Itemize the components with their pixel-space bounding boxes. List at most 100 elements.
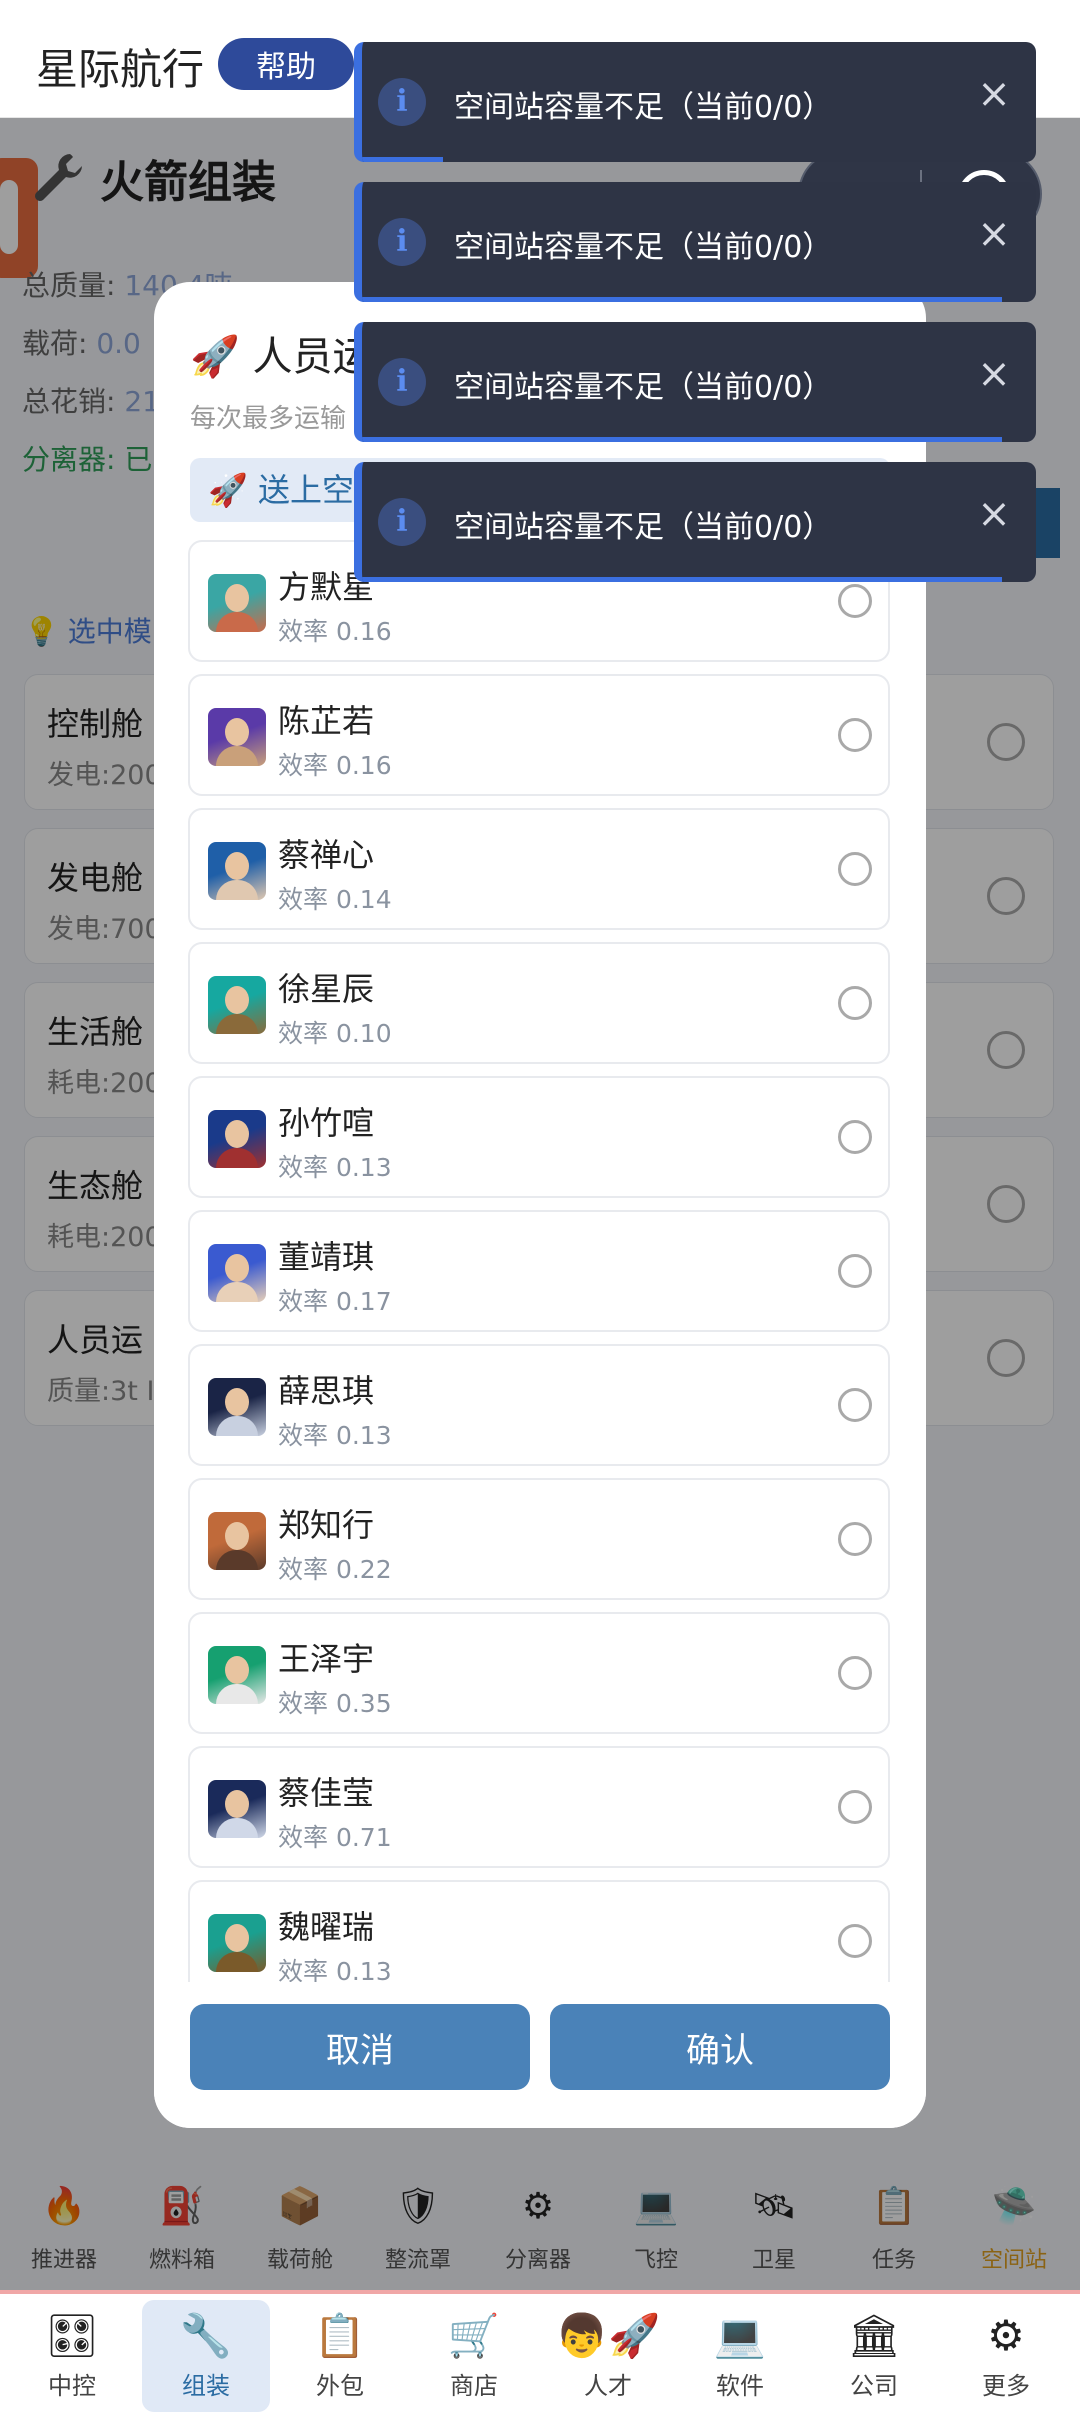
avatar (208, 1512, 266, 1570)
crew-name: 魏曜瑞 (278, 1908, 375, 1946)
crew-efficiency: 效率 0.13 (278, 1421, 392, 1450)
crew-radio[interactable] (838, 1254, 872, 1288)
crew-radio[interactable] (838, 718, 872, 752)
crew-radio[interactable] (838, 1522, 872, 1556)
toast-progress-bar (362, 577, 1003, 582)
avatar-face (225, 1254, 249, 1282)
crew-list[interactable]: 方默星 效率 0.16 陈芷若 效率 0.16 蔡禅心 效率 0.14 徐星辰 效率 0.10… (188, 540, 894, 2128)
avatar-body (216, 880, 258, 900)
nav-control[interactable]: 🎛 中控 (8, 2300, 136, 2412)
toast-progress-bar (362, 297, 1003, 302)
close-icon[interactable]: × (970, 70, 1018, 118)
crew-efficiency: 效率 0.10 (278, 1019, 392, 1048)
toast-progress-bar (362, 437, 1003, 442)
crew-efficiency: 效率 0.14 (278, 885, 392, 914)
nav-outsource[interactable]: 📋 外包 (276, 2300, 404, 2412)
toast-message: 空间站容量不足（当前0/0） (454, 510, 833, 545)
clipboard-icon: 📋 (313, 2311, 367, 2360)
close-icon[interactable]: × (970, 350, 1018, 398)
crew-name: 董靖琪 (278, 1238, 375, 1276)
toast-notification: i 空间站容量不足（当前0/0） × (354, 182, 1036, 302)
avatar (208, 1646, 266, 1704)
crew-name: 王泽宇 (278, 1640, 375, 1678)
crew-efficiency: 效率 0.17 (278, 1287, 392, 1316)
avatar-body (216, 1684, 258, 1704)
avatar-face (225, 1790, 249, 1818)
nav-talent[interactable]: 👦🚀 人才 (544, 2300, 672, 2412)
avatar-face (225, 1120, 249, 1148)
nav-shop[interactable]: 🛒 商店 (410, 2300, 538, 2412)
avatar (208, 708, 266, 766)
crew-name: 徐星辰 (278, 970, 375, 1008)
close-icon[interactable]: × (970, 490, 1018, 538)
toast-message: 空间站容量不足（当前0/0） (454, 370, 833, 405)
crew-name: 郑知行 (278, 1506, 375, 1544)
avatar-body (216, 1952, 258, 1972)
crew-efficiency: 效率 0.16 (278, 617, 392, 646)
crew-row[interactable]: 蔡禅心 效率 0.14 (188, 808, 890, 930)
cart-icon: 🛒 (447, 2311, 501, 2360)
crew-row[interactable]: 徐星辰效率 0.10 (188, 942, 890, 1064)
avatar-face (225, 1522, 249, 1550)
help-button[interactable]: 帮助 (218, 38, 354, 90)
avatar-face (225, 986, 249, 1014)
nav-more[interactable]: ⚙ 更多 (942, 2300, 1070, 2412)
toast-notification: i 空间站容量不足（当前0/0） × (354, 462, 1036, 582)
crew-radio[interactable] (838, 852, 872, 886)
avatar (208, 976, 266, 1034)
crew-name: 蔡佳莹 (278, 1774, 375, 1812)
toast-notification: i 空间站容量不足（当前0/0） × (354, 322, 1036, 442)
avatar-body (216, 1550, 258, 1570)
avatar-face (225, 1388, 249, 1416)
crew-row[interactable]: 薛思琪效率 0.13 (188, 1344, 890, 1466)
crew-radio[interactable] (838, 986, 872, 1020)
crew-row[interactable]: 郑知行效率 0.22 (188, 1478, 890, 1600)
app-title: 星际航行 (36, 45, 205, 94)
avatar (208, 574, 266, 632)
avatar-body (216, 1416, 258, 1436)
avatar-body (216, 1148, 258, 1168)
crew-radio[interactable] (838, 584, 872, 618)
info-icon: i (378, 358, 426, 406)
avatar (208, 1780, 266, 1838)
crew-radio[interactable] (838, 1388, 872, 1422)
avatar-face (225, 584, 249, 612)
crew-row[interactable]: 王泽宇效率 0.35 (188, 1612, 890, 1734)
crew-name: 薛思琪 (278, 1372, 375, 1410)
crew-row[interactable]: 董靖琪效率 0.17 (188, 1210, 890, 1332)
info-icon: i (378, 498, 426, 546)
toast-message: 空间站容量不足（当前0/0） (454, 230, 833, 265)
toast-message: 空间站容量不足（当前0/0） (454, 90, 833, 125)
crew-row[interactable]: 陈芷若 效率 0.16 (188, 674, 890, 796)
crew-radio[interactable] (838, 1656, 872, 1690)
bottom-nav: 🎛 中控 🔧 组装 📋 外包 🛒 商店 👦🚀 人才 💻 软件 🏛 公司 ⚙ 更多 (0, 2290, 1080, 2414)
nav-assembly[interactable]: 🔧 组装 (142, 2300, 270, 2412)
avatar-body (216, 746, 258, 766)
avatar-body (216, 612, 258, 632)
rocket-icon: 🚀 (208, 471, 248, 509)
crew-efficiency: 效率 0.35 (278, 1689, 392, 1718)
avatar-face (225, 718, 249, 746)
person-rocket-icon: 👦🚀 (555, 2311, 661, 2360)
avatar-body (216, 1014, 258, 1034)
crew-efficiency: 效率 0.16 (278, 751, 392, 780)
crew-radio[interactable] (838, 1120, 872, 1154)
confirm-button[interactable]: 确认 (550, 2004, 890, 2090)
cancel-button[interactable]: 取消 (190, 2004, 530, 2090)
nav-company[interactable]: 🏛 公司 (810, 2300, 938, 2412)
dialog-subtitle: 每次最多运输 (190, 404, 347, 434)
crew-efficiency: 效率 0.22 (278, 1555, 392, 1584)
crew-radio[interactable] (838, 1924, 872, 1958)
toast-notification: i 空间站容量不足（当前0/0） × (354, 42, 1036, 162)
crew-row[interactable]: 蔡佳莹 效率 0.71 (188, 1746, 890, 1868)
building-icon: 🏛 (847, 2311, 901, 2360)
avatar-face (225, 1656, 249, 1684)
crew-row[interactable]: 孙竹喧 效率 0.13 (188, 1076, 890, 1198)
dialog-footer: 取消 确认 (154, 1982, 926, 2128)
nav-software[interactable]: 💻 软件 (676, 2300, 804, 2412)
avatar (208, 1914, 266, 1972)
crew-efficiency: 效率 0.13 (278, 1153, 392, 1182)
close-icon[interactable]: × (970, 210, 1018, 258)
crew-radio[interactable] (838, 1790, 872, 1824)
avatar-body (216, 1818, 258, 1838)
